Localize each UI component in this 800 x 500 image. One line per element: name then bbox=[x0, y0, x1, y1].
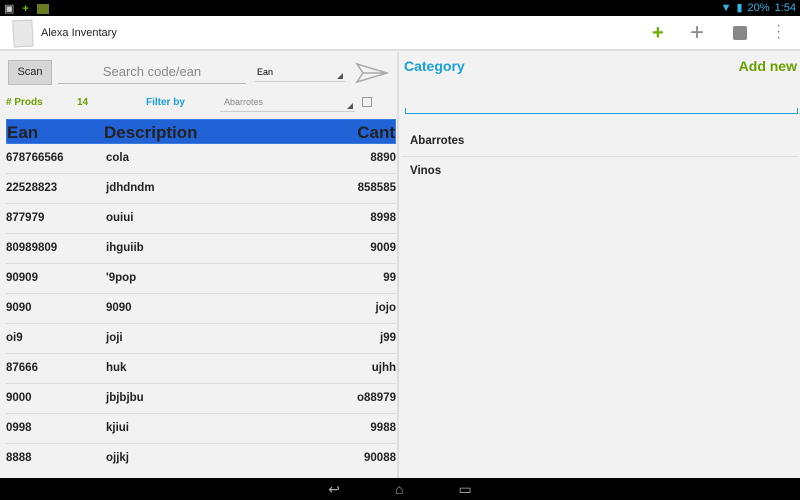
table-row[interactable]: 877979 ouiui 8998 bbox=[6, 204, 396, 234]
cant-cell: 9988 bbox=[370, 422, 396, 434]
cant-cell: j99 bbox=[380, 332, 396, 344]
search-input[interactable]: Search code/ean bbox=[58, 62, 246, 84]
ean-cell: 0998 bbox=[6, 422, 32, 434]
cant-cell: ujhh bbox=[371, 362, 396, 374]
battery-level: 20% bbox=[747, 1, 770, 14]
cant-cell: 858585 bbox=[357, 182, 396, 194]
navigation-bar: ↩ ⌂ ▭ bbox=[0, 478, 800, 500]
home-icon[interactable]: ⌂ bbox=[395, 478, 403, 500]
table-row[interactable]: 87666 huk ujhh bbox=[6, 354, 396, 384]
filter-value: Abarrotes bbox=[224, 97, 264, 107]
ean-cell: 877979 bbox=[6, 212, 45, 224]
clock: 1:54 bbox=[774, 1, 796, 14]
battery-icon: ▮ bbox=[736, 2, 743, 14]
cant-cell: o88979 bbox=[356, 392, 396, 404]
overflow-menu-icon[interactable]: · · · bbox=[776, 18, 781, 46]
description-cell: jbjbjbu bbox=[106, 392, 144, 404]
table-row[interactable]: 22528823 jdhdndm 858585 bbox=[6, 174, 396, 204]
table-row[interactable]: 678766566 cola 8890 bbox=[6, 144, 396, 174]
description-cell: cola bbox=[106, 152, 130, 164]
search-type-select[interactable]: Ean bbox=[255, 64, 345, 82]
app-icon bbox=[12, 19, 34, 48]
description-cell: jdhdndm bbox=[106, 182, 155, 194]
filter-select[interactable]: Abarrotes bbox=[220, 94, 355, 112]
category-input[interactable] bbox=[405, 108, 798, 114]
description-cell: 9090 bbox=[106, 302, 132, 314]
product-list: 678766566 cola 8890 22528823 jdhdndm 858585 87… bbox=[6, 144, 396, 474]
ean-cell: 22528823 bbox=[6, 182, 58, 194]
description-cell: ihguiib bbox=[106, 242, 144, 254]
ean-cell: 9090 bbox=[6, 302, 32, 314]
description-cell: joji bbox=[106, 332, 123, 344]
status-bar: ▣ + ▼ ▮ 20% 1:54 bbox=[0, 0, 800, 16]
table-row[interactable]: oi9 joji j99 bbox=[6, 324, 396, 354]
cant-cell: 8998 bbox=[370, 212, 396, 224]
wifi-icon: ▼ bbox=[720, 1, 732, 14]
table-row[interactable]: 8888 ojjkj 90088 bbox=[6, 444, 396, 474]
description-cell: huk bbox=[106, 362, 127, 374]
cant-cell: 99 bbox=[383, 272, 396, 284]
category-item[interactable]: Abarrotes bbox=[401, 127, 798, 157]
back-icon[interactable]: ↩ bbox=[328, 478, 340, 500]
table-row[interactable]: 9000 jbjbjbu o88979 bbox=[6, 384, 396, 414]
plus-notification-icon: + bbox=[22, 2, 29, 15]
ean-cell: 80989809 bbox=[6, 242, 58, 254]
category-panel: Category Add new Abarrotes Vinos bbox=[401, 52, 800, 478]
table-row[interactable]: 80989809 ihguiib 9009 bbox=[6, 234, 396, 264]
cant-cell: 90088 bbox=[364, 452, 396, 464]
scan-button[interactable]: Scan bbox=[8, 60, 52, 85]
table-header: Ean Description Cant bbox=[6, 119, 396, 144]
image-icon: ▣ bbox=[4, 3, 15, 15]
table-row[interactable]: 9090 9090 jojo bbox=[6, 294, 396, 324]
ean-cell: 678766566 bbox=[6, 152, 64, 164]
ean-cell: 9000 bbox=[6, 392, 32, 404]
table-row[interactable]: 90909 '9pop 99 bbox=[6, 264, 396, 294]
filter-checkbox[interactable] bbox=[362, 97, 372, 107]
save-icon[interactable] bbox=[733, 26, 747, 40]
ean-cell: 8888 bbox=[6, 452, 32, 464]
add-new-button[interactable]: Add new bbox=[739, 58, 797, 74]
header-description: Description bbox=[104, 123, 198, 142]
search-type-value: Ean bbox=[257, 67, 274, 77]
header-cant: Cant bbox=[357, 123, 395, 142]
cant-cell: 9009 bbox=[370, 242, 396, 254]
cant-cell: jojo bbox=[375, 302, 396, 314]
table-row[interactable]: 0998 kjiui 9988 bbox=[6, 414, 396, 444]
add-green-icon[interactable]: + bbox=[652, 22, 664, 45]
ean-cell: 87666 bbox=[6, 362, 38, 374]
category-list: Abarrotes Vinos bbox=[401, 127, 798, 187]
category-item[interactable]: Vinos bbox=[401, 157, 798, 187]
description-cell: ouiui bbox=[106, 212, 134, 224]
app-notification-icon bbox=[36, 3, 49, 14]
prods-label: # Prods bbox=[6, 97, 43, 108]
send-icon[interactable] bbox=[355, 62, 389, 84]
action-bar: Alexa Inventary + + · · · bbox=[0, 16, 800, 51]
description-cell: kjiui bbox=[106, 422, 130, 434]
description-cell: ojjkj bbox=[106, 452, 130, 464]
ean-cell: oi9 bbox=[6, 332, 23, 344]
cant-cell: 8890 bbox=[370, 152, 396, 164]
filter-label: Filter by bbox=[146, 97, 185, 108]
ean-cell: 90909 bbox=[6, 272, 38, 284]
add-icon[interactable]: + bbox=[690, 19, 704, 47]
header-ean: Ean bbox=[7, 123, 39, 142]
category-title: Category bbox=[404, 58, 465, 74]
recents-icon[interactable]: ▭ bbox=[458, 478, 471, 500]
app-title: Alexa Inventary bbox=[41, 27, 117, 39]
description-cell: '9pop bbox=[106, 272, 137, 284]
prods-count: 14 bbox=[77, 97, 89, 108]
inventory-panel: Scan Search code/ean Ean # Prods 14 Filt… bbox=[0, 52, 399, 478]
